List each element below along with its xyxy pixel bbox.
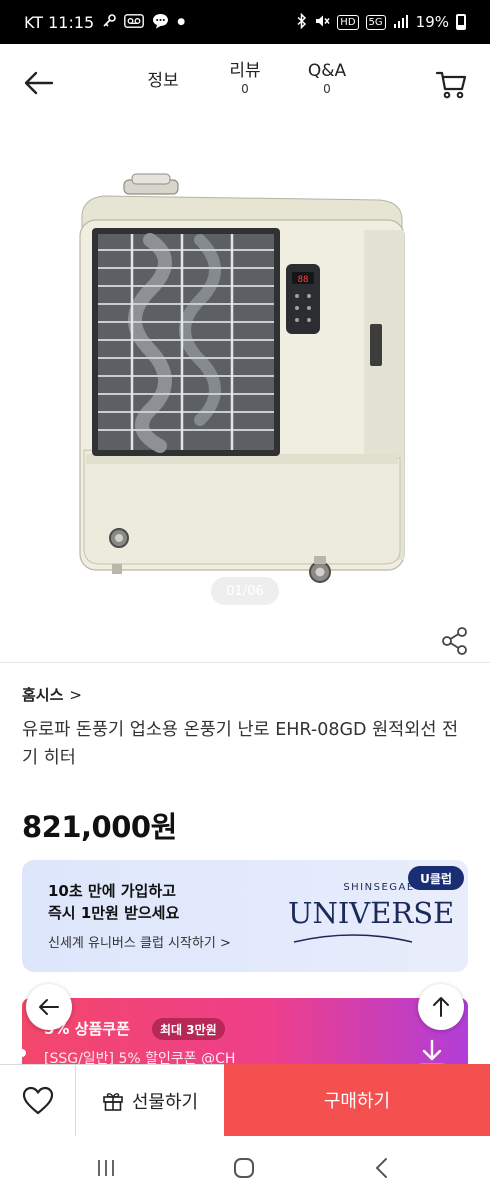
gift-icon	[103, 1092, 123, 1111]
svg-text:88: 88	[298, 275, 309, 285]
tab-review-count: 0	[241, 82, 249, 96]
share-icon[interactable]	[440, 626, 470, 656]
hd-icon: HD	[337, 14, 359, 30]
tab-review[interactable]: 리뷰 0	[220, 60, 270, 96]
bottom-action-bar: 선물하기 구매하기	[0, 1064, 490, 1136]
status-time: KT 11:15	[24, 12, 95, 32]
dot-icon: ●	[177, 16, 186, 27]
status-bar: KT 11:15 ● HD 5G 19%	[0, 0, 490, 44]
image-counter: 01/06	[211, 577, 279, 605]
scroll-to-top-button[interactable]	[418, 984, 464, 1030]
system-nav-bar	[0, 1136, 490, 1200]
bluetooth-icon	[297, 12, 307, 31]
universe-logo: UNIVERSE	[288, 896, 455, 930]
heart-icon	[22, 1086, 53, 1114]
universe-club-banner[interactable]: 10초 만에 가입하고 즉시 1만원 받으세요 신세계 유니버스 클럽 시작하기…	[22, 860, 468, 972]
carousel-dot	[18, 1049, 26, 1057]
buy-button[interactable]: 구매하기	[224, 1064, 490, 1136]
mute-icon	[314, 13, 330, 31]
product-price: 821,000원	[22, 810, 177, 844]
banner-cta-link[interactable]: 신세계 유니버스 클럽 시작하기 >	[48, 932, 231, 951]
chat-bubble-icon	[152, 13, 169, 31]
universe-swoosh-icon	[293, 934, 413, 943]
arrow-up-icon	[433, 997, 449, 1017]
coupon-max-badge: 최대 3만원	[152, 1018, 225, 1040]
brand-link[interactable]: 홈시스 >	[22, 684, 82, 705]
battery-percent: 19%	[415, 13, 449, 31]
signal-icon	[393, 14, 409, 31]
chevron-right-icon: >	[69, 685, 82, 704]
floating-back-button[interactable]	[26, 984, 72, 1030]
section-divider	[0, 662, 490, 663]
banner-headline-2: 즉시 1만원 받으세요	[48, 904, 180, 922]
home-icon[interactable]	[232, 1156, 256, 1180]
system-back-icon[interactable]	[372, 1156, 392, 1180]
gift-button[interactable]: 선물하기	[76, 1065, 224, 1136]
tab-info-label: 정보	[147, 71, 179, 91]
cart-icon[interactable]	[434, 66, 470, 102]
recent-apps-icon[interactable]	[95, 1157, 117, 1179]
battery-icon	[456, 14, 466, 30]
tab-qna[interactable]: Q&A 0	[300, 60, 354, 96]
tab-qna-label: Q&A	[307, 61, 347, 81]
brand-name: 홈시스	[22, 686, 64, 704]
shinsegae-logo-text: SHINSEGAE	[343, 882, 415, 893]
back-arrow-icon[interactable]	[22, 66, 56, 100]
5g-icon: 5G	[365, 14, 386, 30]
key-icon	[102, 14, 117, 30]
wishlist-button[interactable]	[0, 1065, 76, 1136]
app-header: 정보 리뷰 0 Q&A 0	[0, 44, 490, 120]
banner-headline-1: 10초 만에 가입하고	[48, 882, 176, 900]
arrow-left-icon	[39, 999, 59, 1015]
tab-qna-count: 0	[323, 82, 331, 96]
tab-review-label: 리뷰	[229, 61, 261, 81]
gift-button-label: 선물하기	[131, 1091, 199, 1113]
voicemail-icon	[124, 14, 145, 30]
tab-info[interactable]: 정보	[140, 70, 186, 92]
product-title: 유로파 돈풍기 업소용 온풍기 난로 EHR-08GD 원적외선 전기 히터	[22, 720, 459, 768]
